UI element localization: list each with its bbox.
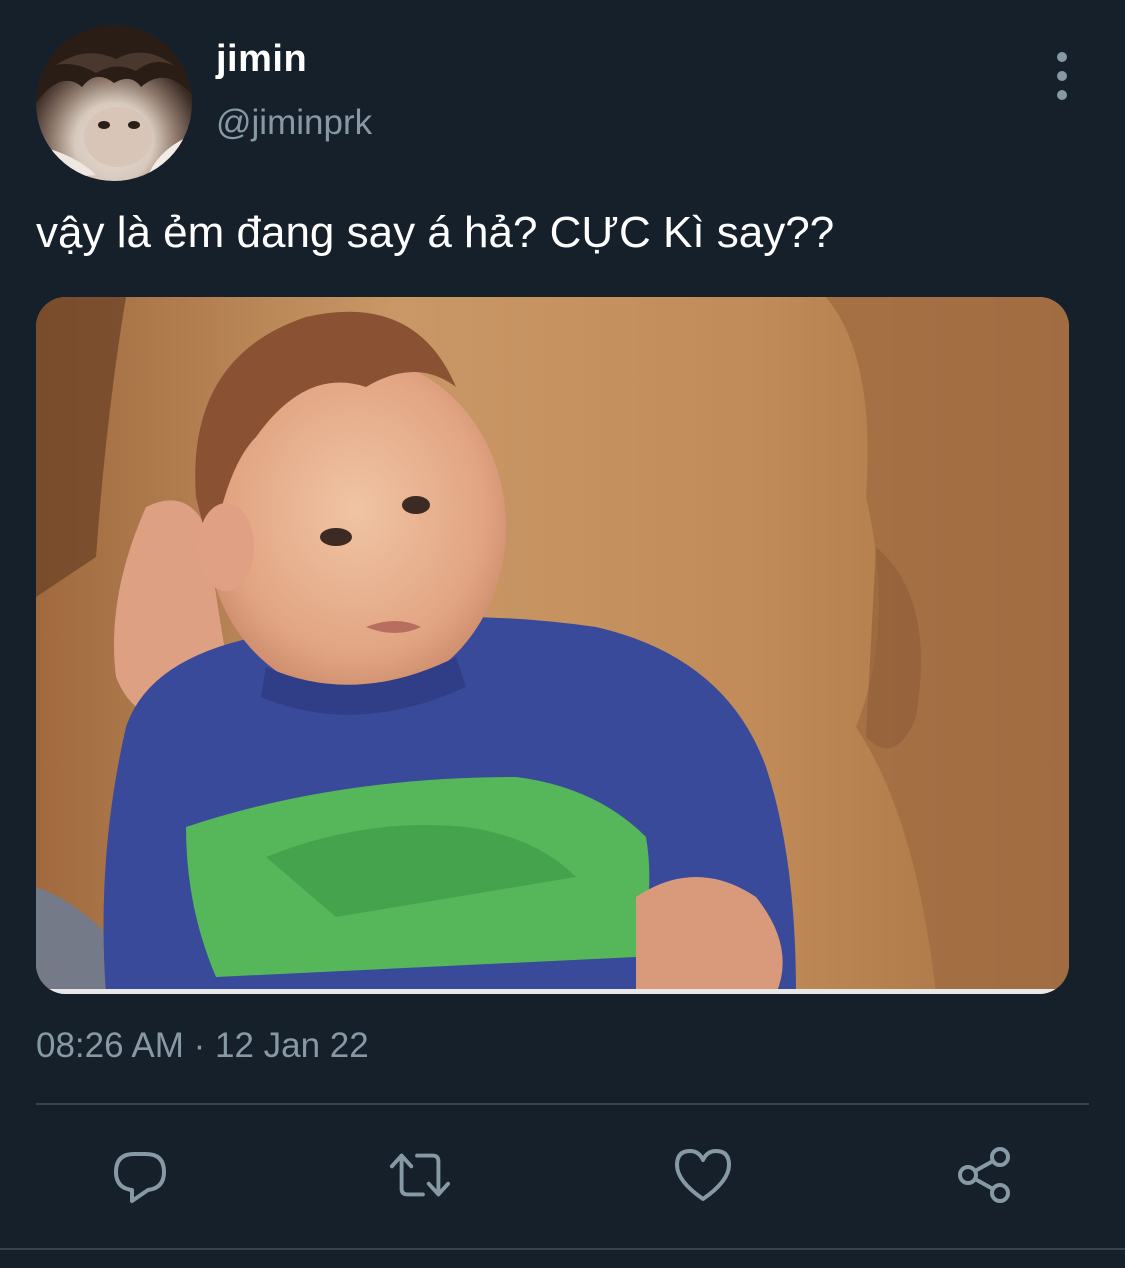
avatar[interactable] <box>36 25 192 181</box>
tweet-text: vậy là ẻm đang say á hả? CỰC Kì say?? <box>36 208 835 257</box>
more-options-icon[interactable] <box>1044 52 1080 100</box>
reply-button[interactable] <box>108 1143 172 1207</box>
heart-icon <box>675 1149 731 1201</box>
share-button[interactable] <box>952 1143 1016 1207</box>
share-icon <box>958 1147 1010 1203</box>
divider <box>36 1103 1089 1105</box>
user-handle[interactable]: @jiminprk <box>216 103 372 143</box>
divider <box>0 1248 1125 1250</box>
tweet-media-photo[interactable] <box>36 297 1069 994</box>
more-dot <box>1057 90 1067 100</box>
tweet-timestamp[interactable]: 08:26 AM · 12 Jan 22 <box>36 1026 369 1066</box>
tweet: jimin @jiminprk vậy là ẻm đang say á hả?… <box>0 0 1125 1268</box>
profile-photo <box>36 25 192 181</box>
retweet-icon <box>389 1153 451 1197</box>
retweet-button[interactable] <box>388 1143 452 1207</box>
more-dot <box>1057 71 1067 81</box>
display-name[interactable]: jimin <box>216 38 307 81</box>
more-dot <box>1057 52 1067 62</box>
photo-illustration <box>36 297 1069 994</box>
reply-icon <box>114 1152 166 1203</box>
like-button[interactable] <box>671 1143 735 1207</box>
